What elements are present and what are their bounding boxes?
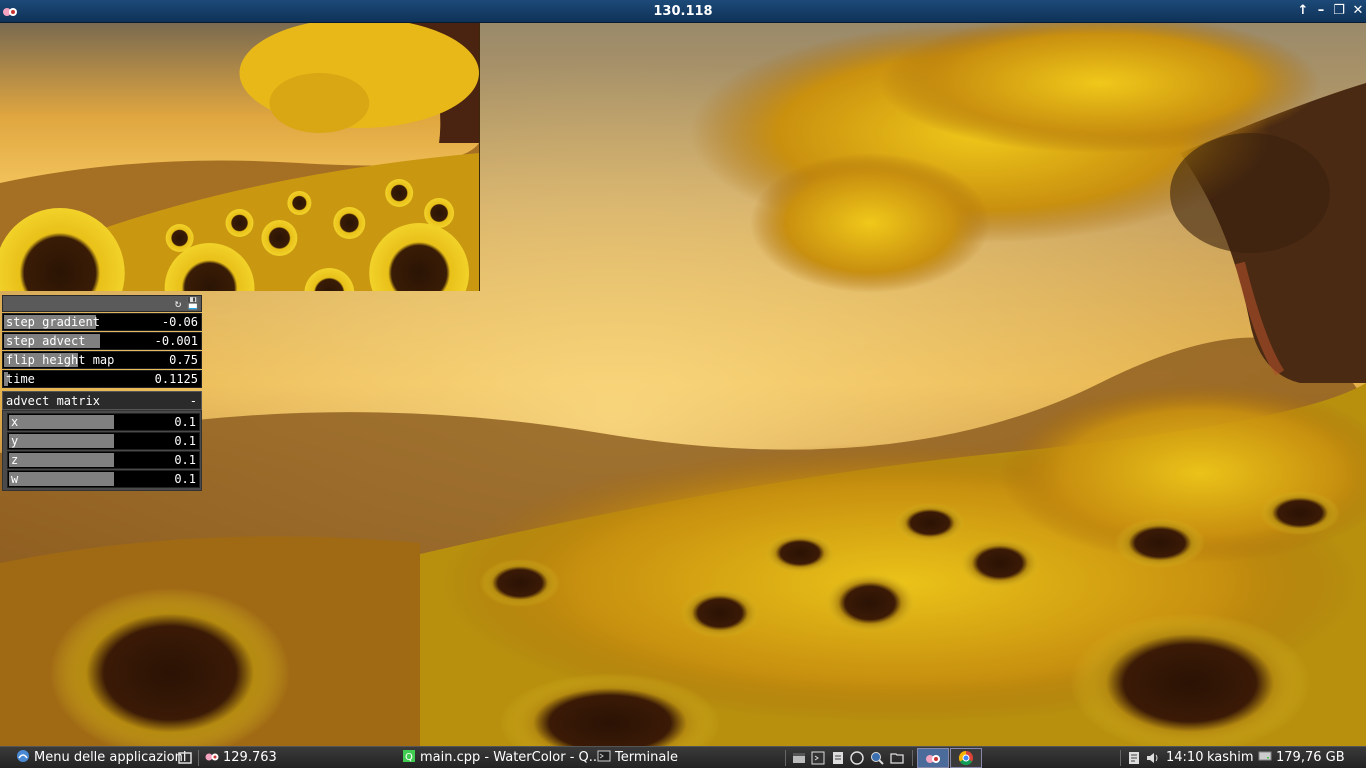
app-menu-button[interactable]: Menu delle applicazioni xyxy=(16,748,186,768)
slider-fill xyxy=(9,453,114,467)
clock[interactable]: 14:10 xyxy=(1166,748,1203,768)
search-icon[interactable] xyxy=(869,750,885,766)
slider-fill xyxy=(9,434,114,448)
group-label: advect matrix xyxy=(6,394,100,408)
task-editor[interactable]: Qmain.cpp - WaterColor - Q... xyxy=(402,748,601,768)
disk-usage[interactable]: 179,76 GB xyxy=(1258,748,1345,768)
show-desktop-icon[interactable] xyxy=(177,750,193,766)
window-title: 130.118 xyxy=(653,4,713,19)
app-icon xyxy=(926,755,940,763)
param-slider-flip-height-map[interactable]: flip height map 0.75 xyxy=(2,351,202,369)
advect-matrix-group-header[interactable]: advect matrix - xyxy=(2,391,202,410)
volume-icon[interactable] xyxy=(1145,750,1161,766)
save-icon[interactable]: 💾 xyxy=(186,297,200,310)
param-label: w xyxy=(11,472,19,486)
param-label: z xyxy=(11,453,19,467)
files-icon[interactable] xyxy=(830,750,846,766)
notes-icon[interactable] xyxy=(1126,750,1142,766)
advect-matrix-group: x 0.1 y 0.1 z 0.1 w 0.1 xyxy=(2,410,202,491)
app-menu-label: Menu delle applicazioni xyxy=(34,750,187,765)
active-app-icon-button[interactable] xyxy=(917,748,949,768)
xfce-menu-icon xyxy=(17,750,29,762)
minimize-icon[interactable]: – xyxy=(1312,2,1330,20)
restore-icon[interactable]: ❐ xyxy=(1330,2,1348,20)
folder-icon[interactable] xyxy=(889,750,905,766)
close-icon[interactable]: ✕ xyxy=(1349,2,1366,20)
user-name[interactable]: kashim xyxy=(1207,748,1254,768)
param-value: 0.1125 xyxy=(154,372,198,386)
param-slider-y[interactable]: y 0.1 xyxy=(7,432,200,450)
param-value: 0.1 xyxy=(174,415,196,429)
chrome-button[interactable] xyxy=(950,748,982,768)
param-slider-step-gradient[interactable]: step gradient -0.06 xyxy=(2,313,202,331)
param-value: 0.1 xyxy=(174,434,196,448)
task-terminal[interactable]: Terminale xyxy=(597,748,678,768)
panel-header[interactable]: ↻ 💾 xyxy=(2,295,202,312)
terminal-launcher-icon[interactable] xyxy=(810,750,826,766)
terminal-icon xyxy=(597,750,611,762)
qtcreator-icon: Q xyxy=(403,750,415,763)
param-label: step advect xyxy=(6,334,86,348)
svg-text:Q: Q xyxy=(405,752,413,763)
param-slider-w[interactable]: w 0.1 xyxy=(7,470,200,488)
slider-fill xyxy=(9,472,114,486)
task-terminal-label: Terminale xyxy=(615,750,678,765)
disk-label: 179,76 GB xyxy=(1276,750,1345,765)
reference-image-thumbnail xyxy=(0,23,480,291)
param-label: flip height map xyxy=(6,353,115,367)
param-label: y xyxy=(11,434,19,448)
collapse-icon[interactable]: - xyxy=(190,393,197,409)
param-label: step gradient xyxy=(6,315,100,329)
task-app[interactable]: 129.763 xyxy=(205,748,277,768)
window-titlebar[interactable]: 130.118 ↑ – ❐ ✕ xyxy=(0,0,1366,23)
disk-icon xyxy=(1258,751,1272,761)
param-label: x xyxy=(11,415,19,429)
slider-fill xyxy=(9,415,114,429)
param-slider-z[interactable]: z 0.1 xyxy=(7,451,200,469)
chrome-icon xyxy=(958,750,973,766)
task-app-label: 129.763 xyxy=(223,750,277,765)
refresh-icon[interactable]: ↻ xyxy=(172,297,184,310)
param-value: -0.001 xyxy=(154,334,198,348)
taskbar: Menu delle applicazioni 129.763 Qmain.cp… xyxy=(0,746,1366,768)
param-label: time xyxy=(6,372,35,386)
param-value: 0.1 xyxy=(174,453,196,467)
arrow-up-icon[interactable]: ↑ xyxy=(1294,2,1312,20)
window-icon[interactable] xyxy=(791,750,807,766)
parameter-panel: ↻ 💾 step gradient -0.06 step advect -0.001 f… xyxy=(2,295,202,491)
param-value: -0.06 xyxy=(161,315,198,329)
editor-icon[interactable] xyxy=(849,750,865,766)
param-slider-x[interactable]: x 0.1 xyxy=(7,413,200,431)
param-slider-step-advect[interactable]: step advect -0.001 xyxy=(2,332,202,350)
param-value: 0.75 xyxy=(169,353,198,367)
app-icon xyxy=(205,753,219,761)
param-slider-time[interactable]: time 0.1125 xyxy=(2,370,202,388)
task-editor-label: main.cpp - WaterColor - Q... xyxy=(420,750,602,765)
clock-time: 14:10 xyxy=(1166,750,1204,765)
param-value: 0.1 xyxy=(174,472,196,486)
user-label: kashim xyxy=(1207,750,1254,765)
